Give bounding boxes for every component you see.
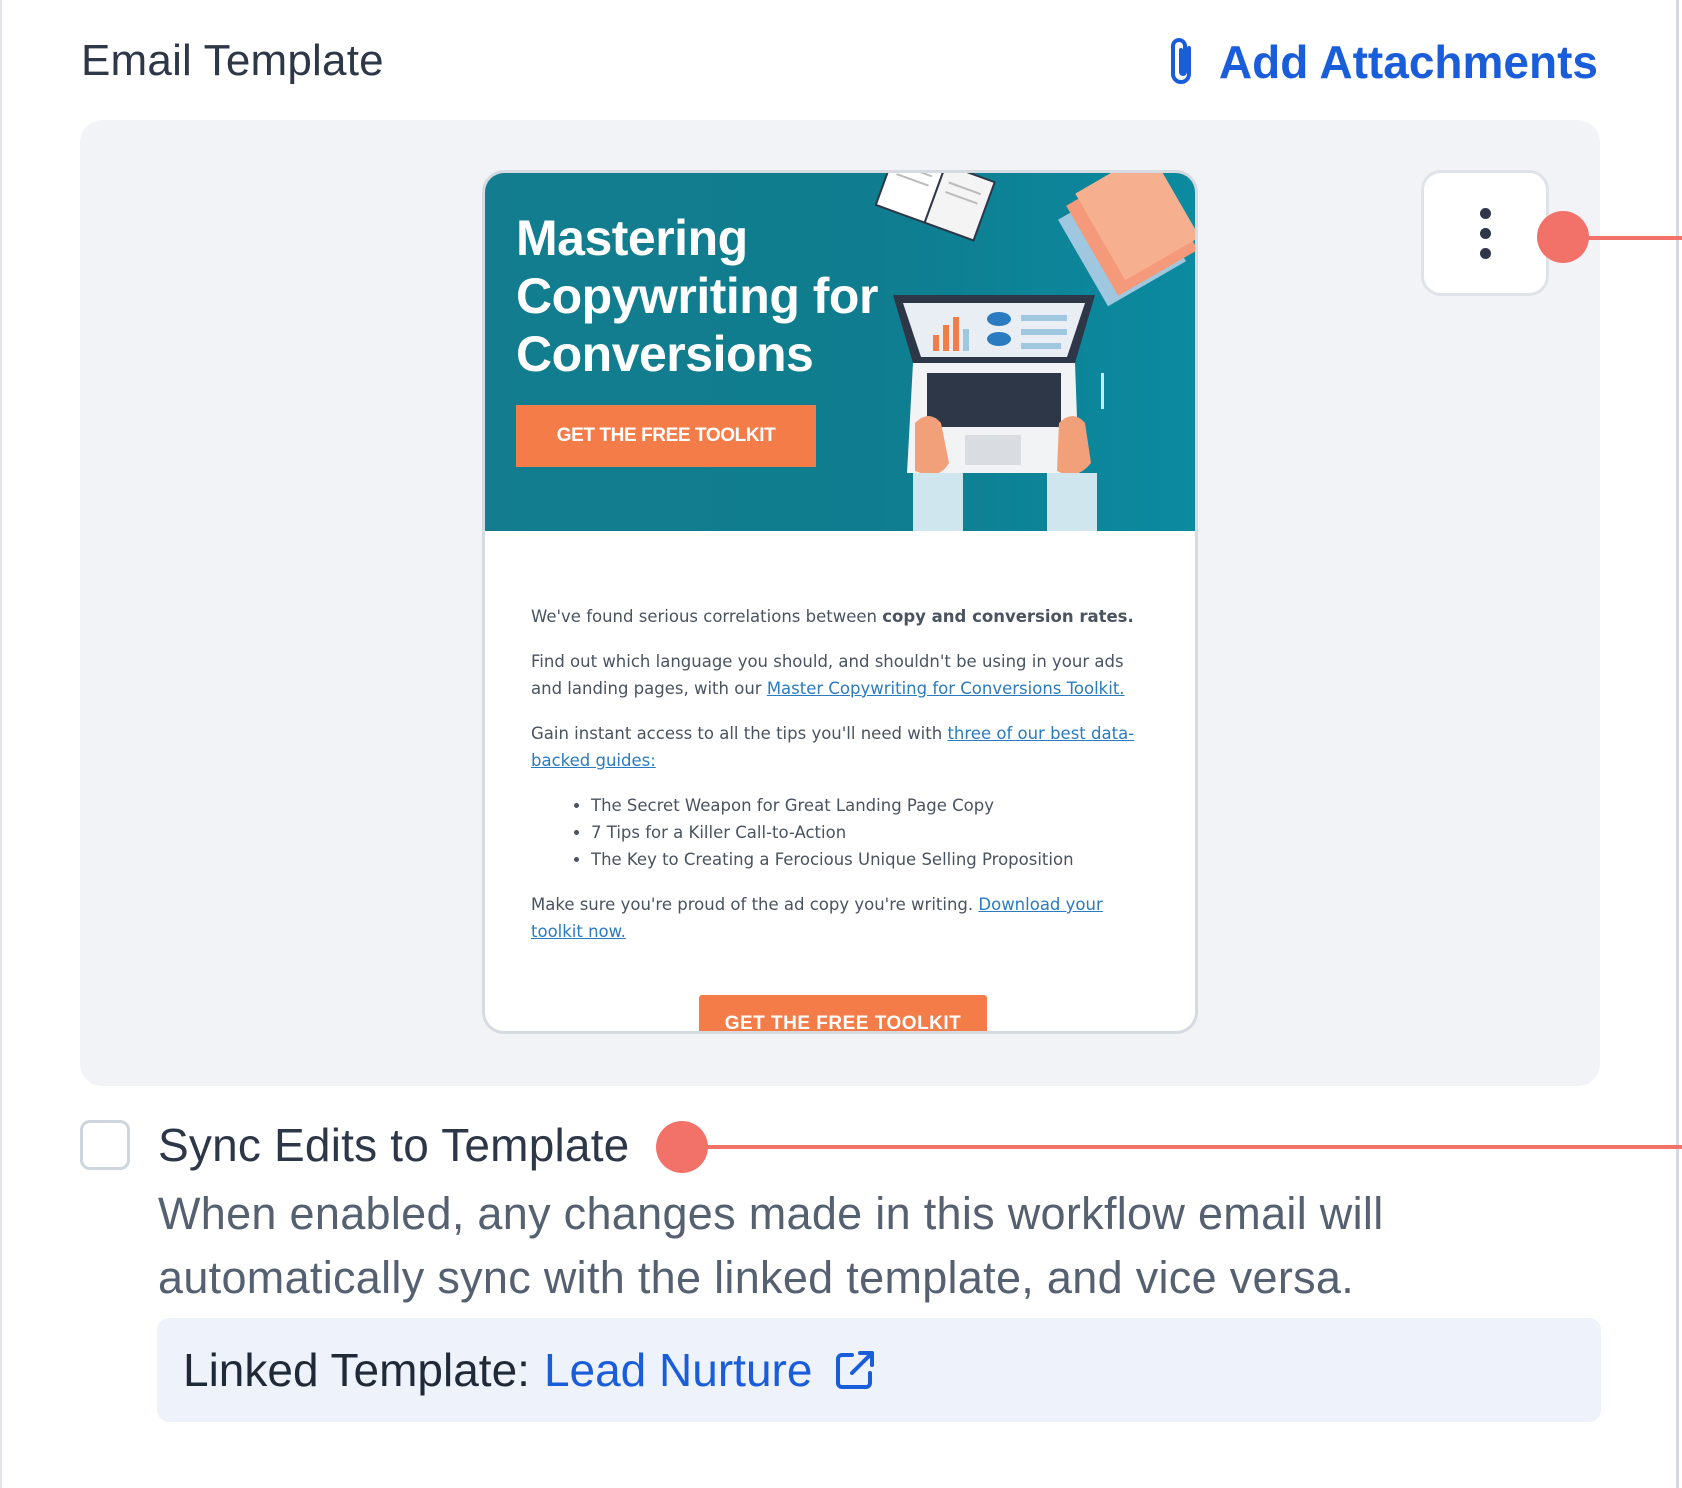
hero-cta-button: GET THE FREE TOOLKIT — [516, 405, 816, 467]
template-options-button[interactable] — [1421, 170, 1549, 296]
paragraph-text: Make sure you're proud of the ad copy yo… — [531, 895, 979, 914]
right-divider — [1676, 0, 1679, 1488]
callout-marker-sync — [656, 1121, 708, 1173]
guides-list: The Secret Weapon for Great Landing Page… — [531, 792, 1151, 873]
body-paragraph: Find out which language you should, and … — [531, 648, 1151, 702]
sync-description: When enabled, any changes made in this w… — [158, 1188, 1384, 1303]
paragraph-text: Gain instant access to all the tips you'… — [531, 724, 948, 743]
paragraph-bold-text: copy and conversion rates. — [882, 607, 1134, 626]
email-body-copy: We've found serious correlations between… — [531, 603, 1151, 963]
list-item: The Key to Creating a Ferocious Unique S… — [591, 846, 1151, 873]
body-cta-button: GET THE FREE TOOLKIT — [699, 995, 987, 1031]
hero-title-line: Conversions — [516, 326, 814, 382]
paperclip-icon — [1170, 38, 1191, 84]
list-item: 7 Tips for a Killer Call-to-Action — [591, 819, 1151, 846]
sync-edits-checkbox[interactable] — [80, 1120, 130, 1170]
hero-title-line: Mastering — [516, 210, 748, 266]
linked-template-link[interactable]: Lead Nurture — [544, 1343, 813, 1397]
sync-edits-label[interactable]: Sync Edits to Template — [158, 1118, 629, 1172]
section-title: Email Template — [81, 36, 384, 85]
list-item: The Secret Weapon for Great Landing Page… — [591, 792, 1151, 819]
hero-title-line: Copywriting for — [516, 268, 878, 324]
add-attachments-label: Add Attachments — [1218, 36, 1598, 88]
email-hero-banner: Mastering Copywriting for Conversions GE… — [485, 173, 1195, 531]
paragraph-text: We've found serious correlations between — [531, 607, 883, 626]
body-paragraph: We've found serious correlations between… — [531, 603, 1151, 630]
linked-template-label: Linked Template: — [183, 1344, 530, 1396]
more-vertical-icon — [1479, 207, 1491, 259]
email-preview-card[interactable]: Mastering Copywriting for Conversions GE… — [482, 170, 1198, 1034]
email-template-panel: Email Template Add Attachments Mastering… — [0, 0, 1682, 1488]
linked-template-box: Linked Template: Lead Nurture — [157, 1318, 1601, 1422]
email-hero-title: Mastering Copywriting for Conversions — [516, 209, 916, 383]
callout-marker-options — [1537, 211, 1589, 263]
external-link-icon[interactable] — [832, 1347, 878, 1393]
add-attachments-link[interactable]: Add Attachments — [1165, 30, 1598, 94]
callout-line-sync — [682, 1145, 1682, 1149]
body-paragraph: Make sure you're proud of the ad copy yo… — [531, 891, 1151, 945]
body-paragraph: Gain instant access to all the tips you'… — [531, 720, 1151, 774]
toolkit-link[interactable]: Master Copywriting for Conversions Toolk… — [767, 679, 1125, 698]
laptop-illustration — [875, 173, 1195, 531]
left-divider — [0, 0, 2, 1488]
